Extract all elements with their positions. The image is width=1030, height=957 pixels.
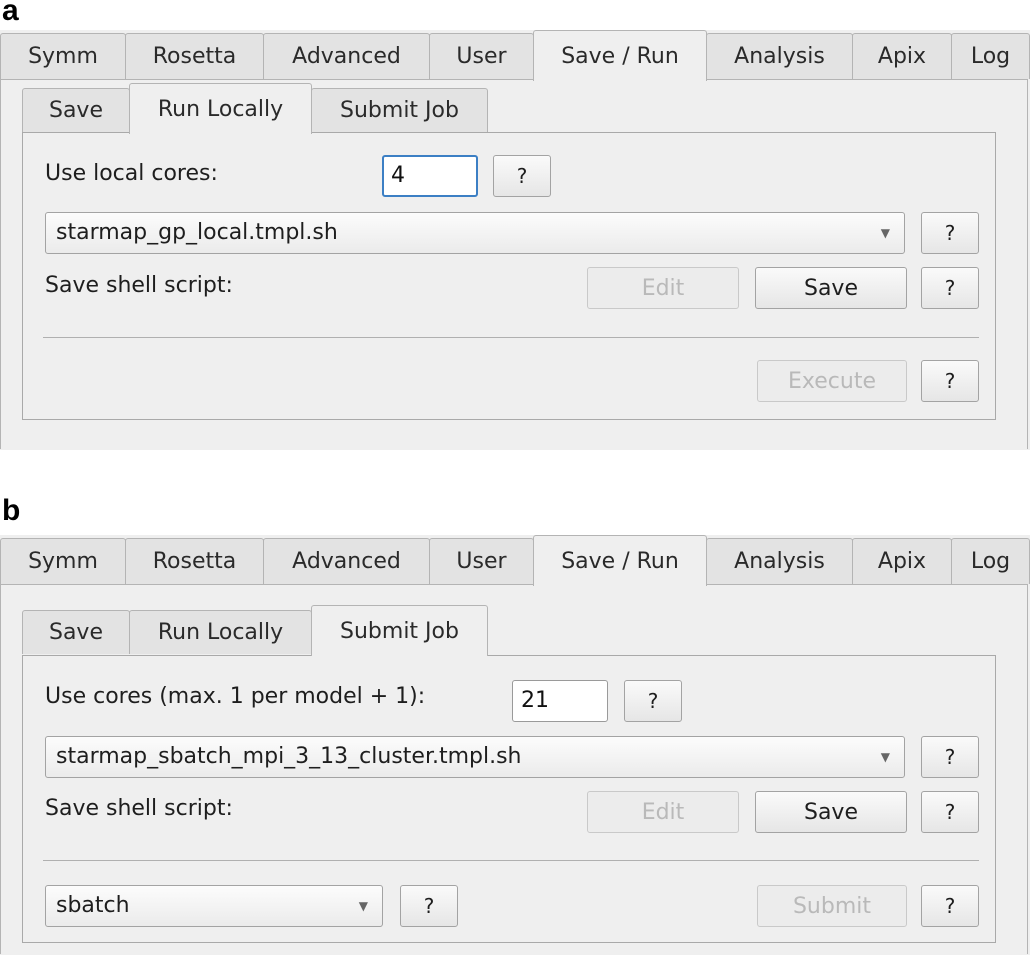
figure-label-a: a [2,0,19,27]
tab-log[interactable]: Log [951,538,1030,584]
run-tab-bar: Save Run Locally Submit Job [22,605,1002,656]
tab-save-run[interactable]: Save / Run [533,30,707,81]
tab-analysis[interactable]: Analysis [706,33,853,79]
tab-rosetta[interactable]: Rosetta [125,33,264,79]
local-cores-input[interactable]: 4 [382,155,478,197]
separator [43,337,979,338]
execute-button[interactable]: Execute [757,360,907,402]
tab-symm[interactable]: Symm [0,538,126,584]
figure-label-b: b [2,494,21,527]
save-script-label: Save shell script: [45,796,233,821]
submit-job-content: Use cores (max. 1 per model + 1): 21 ? s… [22,655,996,943]
chevron-down-icon: ▼ [880,226,890,240]
cores-help-button[interactable]: ? [624,680,682,722]
save-button[interactable]: Save [755,267,907,309]
edit-button[interactable]: Edit [587,267,739,309]
panel-b: Symm Rosetta Advanced User Save / Run An… [0,535,1030,955]
tab-apix[interactable]: Apix [852,33,952,79]
tab-save[interactable]: Save [22,610,130,654]
main-tab-bar: Symm Rosetta Advanced User Save / Run An… [0,535,1030,586]
template-select-value: starmap_sbatch_mpi_3_13_cluster.tmpl.sh [56,744,522,769]
chevron-down-icon: ▼ [880,750,890,764]
tab-save[interactable]: Save [22,88,130,132]
template-help-button[interactable]: ? [921,736,979,778]
panel-a: Symm Rosetta Advanced User Save / Run An… [0,30,1030,450]
tab-run-locally[interactable]: Run Locally [129,83,312,134]
chevron-down-icon: ▼ [358,899,368,913]
cores-input[interactable]: 21 [512,680,608,722]
tab-run-locally[interactable]: Run Locally [129,610,312,654]
run-locally-content: Use local cores: 4 ? starmap_gp_local.tm… [22,132,996,420]
local-cores-label: Use local cores: [45,161,218,186]
template-select-value: starmap_gp_local.tmpl.sh [56,220,338,245]
save-button[interactable]: Save [755,791,907,833]
scheduler-select-value: sbatch [56,893,130,918]
tab-save-run[interactable]: Save / Run [533,535,707,586]
separator [43,860,979,861]
tab-symm[interactable]: Symm [0,33,126,79]
scheduler-help-button[interactable]: ? [400,885,458,927]
save-help-button[interactable]: ? [921,267,979,309]
tab-submit-job[interactable]: Submit Job [311,605,488,656]
main-tab-bar: Symm Rosetta Advanced User Save / Run An… [0,30,1030,81]
save-script-label: Save shell script: [45,273,233,298]
tab-analysis[interactable]: Analysis [706,538,853,584]
submit-button[interactable]: Submit [757,885,907,927]
tab-advanced[interactable]: Advanced [263,538,430,584]
tab-user[interactable]: User [429,33,534,79]
tab-advanced[interactable]: Advanced [263,33,430,79]
scheduler-select[interactable]: sbatch ▼ [45,885,383,927]
template-help-button[interactable]: ? [921,212,979,254]
submit-help-button[interactable]: ? [921,885,979,927]
template-select[interactable]: starmap_gp_local.tmpl.sh ▼ [45,212,905,254]
run-tab-bar: Save Run Locally Submit Job [22,83,1002,134]
edit-button[interactable]: Edit [587,791,739,833]
tab-rosetta[interactable]: Rosetta [125,538,264,584]
local-cores-help-button[interactable]: ? [493,155,551,197]
tab-apix[interactable]: Apix [852,538,952,584]
save-help-button[interactable]: ? [921,791,979,833]
cores-label: Use cores (max. 1 per model + 1): [45,684,426,709]
tab-submit-job[interactable]: Submit Job [311,88,488,132]
template-select[interactable]: starmap_sbatch_mpi_3_13_cluster.tmpl.sh … [45,736,905,778]
execute-help-button[interactable]: ? [921,360,979,402]
tab-user[interactable]: User [429,538,534,584]
tab-log[interactable]: Log [951,33,1030,79]
